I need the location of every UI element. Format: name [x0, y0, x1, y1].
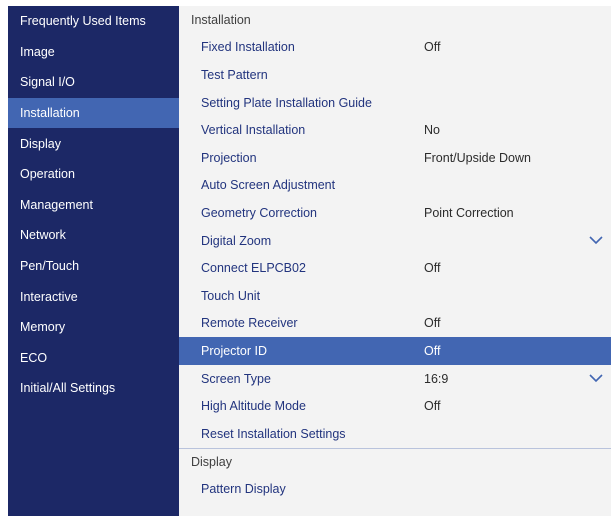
- settings-window: Frequently Used Items Image Signal I/O Inst…: [8, 6, 611, 516]
- menu-row-value: Point Correction: [424, 205, 514, 220]
- sidebar-item-eco[interactable]: ECO: [8, 343, 179, 374]
- menu-row-label: Setting Plate Installation Guide: [201, 95, 372, 110]
- menu-row-high-altitude-mode[interactable]: High Altitude Mode Off: [179, 392, 611, 420]
- menu-row-reset-installation-settings[interactable]: Reset Installation Settings: [179, 420, 611, 448]
- menu-row-setting-plate-installation-guide[interactable]: Setting Plate Installation Guide: [179, 89, 611, 117]
- sidebar-item-frequently-used-items[interactable]: Frequently Used Items: [8, 6, 179, 37]
- menu-row-screen-type[interactable]: Screen Type 16:9: [179, 365, 611, 393]
- menu-row-value: Front/Upside Down: [424, 150, 531, 165]
- menu-row-label: Digital Zoom: [201, 233, 272, 248]
- menu-row-label: Touch Unit: [201, 288, 261, 303]
- menu-row-label: Vertical Installation: [201, 123, 306, 138]
- menu-row-label: Reset Installation Settings: [201, 426, 346, 441]
- menu-row-value: No: [424, 123, 440, 138]
- menu-row-value: Off: [424, 40, 441, 55]
- sidebar-item-memory[interactable]: Memory: [8, 312, 179, 343]
- sidebar-item-interactive[interactable]: Interactive: [8, 281, 179, 312]
- menu-row-label: High Altitude Mode: [201, 399, 306, 414]
- sidebar-item-operation[interactable]: Operation: [8, 159, 179, 190]
- menu-row-label: Remote Receiver: [201, 316, 298, 331]
- menu-row-value: Off: [424, 399, 441, 414]
- menu-row-label: Test Pattern: [201, 67, 268, 82]
- sidebar-item-image[interactable]: Image: [8, 37, 179, 68]
- menu-row-value: 16:9: [424, 371, 449, 386]
- menu-row-label: Geometry Correction: [201, 205, 318, 220]
- section-title: Installation: [191, 12, 251, 27]
- chevron-down-icon[interactable]: [589, 235, 603, 245]
- menu-row-label: Screen Type: [201, 371, 271, 386]
- menu-row-label: Pattern Display: [201, 481, 286, 496]
- menu-row-label: Projection: [201, 150, 257, 165]
- sidebar-item-signal-i-o[interactable]: Signal I/O: [8, 67, 179, 98]
- menu-row-value: Off: [424, 261, 441, 276]
- menu-row-connect-elpcb02[interactable]: Connect ELPCB02 Off: [179, 254, 611, 282]
- menu-row-label: Fixed Installation: [201, 40, 295, 55]
- menu-row-value: Off: [424, 343, 441, 358]
- menu-row-label: Connect ELPCB02: [201, 261, 306, 276]
- menu-row-geometry-correction[interactable]: Geometry Correction Point Correction: [179, 199, 611, 227]
- settings-panel: Installation Fixed Installation Off Test P…: [179, 6, 611, 516]
- menu-row-remote-receiver[interactable]: Remote Receiver Off: [179, 310, 611, 338]
- chevron-down-icon[interactable]: [589, 373, 603, 383]
- menu-row-fixed-installation[interactable]: Fixed Installation Off: [179, 34, 611, 62]
- sidebar-item-display[interactable]: Display: [8, 128, 179, 159]
- menu-row-value: Off: [424, 316, 441, 331]
- menu-row-label: Auto Screen Adjustment: [201, 178, 336, 193]
- menu-row-test-pattern[interactable]: Test Pattern: [179, 61, 611, 89]
- sidebar-item-initial-all-settings[interactable]: Initial/All Settings: [8, 373, 179, 404]
- menu-row-pattern-display[interactable]: Pattern Display: [179, 475, 611, 503]
- menu-row-auto-screen-adjustment[interactable]: Auto Screen Adjustment: [179, 172, 611, 200]
- menu-row-label: Projector ID: [201, 343, 267, 358]
- sidebar-item-management[interactable]: Management: [8, 190, 179, 221]
- sidebar-item-pen-touch[interactable]: Pen/Touch: [8, 251, 179, 282]
- section-title-display: Display: [179, 447, 611, 476]
- sidebar-item-installation[interactable]: Installation: [8, 97, 179, 129]
- menu-row-digital-zoom[interactable]: Digital Zoom: [179, 227, 611, 255]
- sidebar-item-network[interactable]: Network: [8, 220, 179, 251]
- menu-row-vertical-installation[interactable]: Vertical Installation No: [179, 116, 611, 144]
- menu-row-projector-id[interactable]: Projector ID Off: [179, 337, 611, 365]
- menu-row-touch-unit[interactable]: Touch Unit: [179, 282, 611, 310]
- sidebar: Frequently Used Items Image Signal I/O Inst…: [8, 6, 179, 516]
- menu-row-projection[interactable]: Projection Front/Upside Down: [179, 144, 611, 172]
